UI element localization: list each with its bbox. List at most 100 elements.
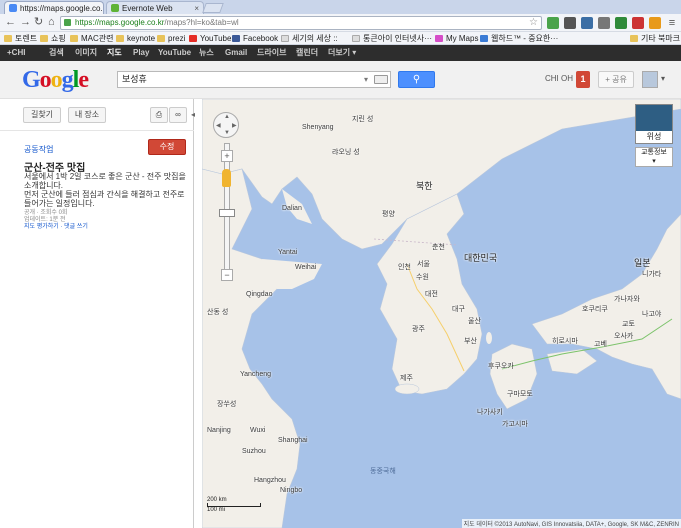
search-button[interactable]: ⚲ xyxy=(398,71,435,88)
chevron-down-icon[interactable]: ▾ xyxy=(661,74,665,83)
folder-icon xyxy=(630,35,638,42)
gbar-item-profile[interactable]: +CHI xyxy=(7,45,25,61)
maps-search-input[interactable]: 보성휴 ▾ xyxy=(117,71,391,88)
print-icon[interactable]: ⎙ xyxy=(150,107,168,123)
map-meta-updated: 업데이트: 1분 전 xyxy=(24,217,66,223)
pegman-icon[interactable] xyxy=(222,169,231,187)
back-icon[interactable]: ← xyxy=(5,16,16,29)
map-label-hiroshima: 히로시마 xyxy=(552,338,578,345)
pan-left-icon[interactable]: ◀ xyxy=(216,122,221,129)
map-label-nagoya: 나고야 xyxy=(642,311,662,318)
bookmark-star-icon[interactable]: ☆ xyxy=(529,17,538,29)
gbar-item-calendar[interactable]: 캘린더 xyxy=(296,45,318,61)
wrench-menu-icon[interactable]: ≡ xyxy=(666,17,678,29)
share-button[interactable]: + 공유 xyxy=(598,71,634,88)
bookmark-item[interactable]: 토렌트 xyxy=(4,33,37,44)
folder-icon xyxy=(116,35,124,42)
map-label-bukhan: 북한 xyxy=(416,181,433,191)
new-tab-button[interactable] xyxy=(202,3,224,13)
reload-icon[interactable]: ↻ xyxy=(34,16,43,29)
gbar-item-maps[interactable]: 지도 xyxy=(107,45,122,61)
map-label-kobe: 고베 xyxy=(594,341,607,348)
extension-check-icon[interactable] xyxy=(649,17,661,29)
my-places-button[interactable]: 내 장소 xyxy=(68,107,106,123)
gbar-item-youtube[interactable]: YouTube xyxy=(158,45,191,61)
tab-google-maps[interactable]: https://maps.google.co.kr × xyxy=(4,1,104,14)
gbar-item-search[interactable]: 검색 xyxy=(49,45,64,61)
bookmarks-bar: 토렌트 쇼핑 MAC관련 keynote prezi YouTube Faceb… xyxy=(0,32,681,45)
gbar-item-gmail[interactable]: Gmail xyxy=(225,45,247,61)
zoom-in-button[interactable]: + xyxy=(221,150,233,162)
folder-icon xyxy=(70,35,78,42)
comment-link[interactable]: 댓글 쓰기 xyxy=(64,224,88,230)
user-name[interactable]: CHI OH xyxy=(545,74,573,83)
collaborate-link[interactable]: 공동작업 xyxy=(24,144,53,155)
extension-pdf-icon[interactable] xyxy=(632,17,644,29)
tab-evernote[interactable]: Evernote Web × xyxy=(106,1,204,14)
map-meta-views: 공개 · 조회수 0회 xyxy=(24,210,68,216)
extension-drive-icon[interactable] xyxy=(615,17,627,29)
gbar-item-play[interactable]: Play xyxy=(133,45,149,61)
gbar-item-drive[interactable]: 드라이브 xyxy=(257,45,286,61)
map-canvas[interactable]: 북한 대한민국 일본 평양 서울 인천 수원 춘천 대전 대구 광주 울산 부산… xyxy=(202,99,681,528)
home-icon[interactable]: ⌂ xyxy=(48,16,55,29)
extension-counter-icon[interactable] xyxy=(598,17,610,29)
pan-down-icon[interactable]: ▼ xyxy=(224,130,230,136)
extension-evernote-icon[interactable] xyxy=(547,17,559,29)
extension-tools-icon[interactable] xyxy=(564,17,576,29)
search-value: 보성휴 xyxy=(122,74,147,84)
url-host: https://maps.google.co.kr xyxy=(75,18,165,27)
collapse-panel-icon[interactable]: ◂ xyxy=(191,110,195,119)
map-label-shandong: 산동 성 xyxy=(207,309,229,316)
satellite-toggle[interactable]: 위성 xyxy=(635,104,673,144)
map-label-niigata: 니가타 xyxy=(642,271,662,278)
chevron-down-icon[interactable]: ▾ xyxy=(364,72,368,87)
close-tab-icon[interactable]: × xyxy=(191,4,199,13)
bookmark-item[interactable]: 쇼핑 xyxy=(40,33,66,44)
bookmark-item[interactable]: Facebook xyxy=(232,33,278,44)
link-icon[interactable]: ∞ xyxy=(169,107,187,123)
scale-bar: 200 km 100 mi xyxy=(207,497,261,513)
bookmark-item[interactable]: prezi xyxy=(157,33,185,44)
pan-control[interactable]: ▲ ▼ ◀ ▶ xyxy=(213,112,239,138)
edit-button[interactable]: 수정 xyxy=(148,139,186,155)
bookmark-item[interactable]: YouTube xyxy=(189,33,231,44)
map-label-jeju: 제주 xyxy=(400,375,413,382)
traffic-toggle[interactable]: 교통정보 ▾ xyxy=(635,147,673,167)
map-label-hangzhou: Hangzhou xyxy=(254,477,286,484)
bookmark-item[interactable]: 세기의 세상 :: xyxy=(281,33,338,44)
tab-title: https://maps.google.co.kr xyxy=(20,3,104,13)
gbar-item-more[interactable]: 더보기 ▾ xyxy=(328,45,356,61)
bookmark-item[interactable]: MAC관련 xyxy=(70,33,114,44)
zoom-handle[interactable] xyxy=(219,209,235,217)
keyboard-icon[interactable] xyxy=(374,75,388,84)
bookmark-item[interactable]: 웹하드™ - 중요한··· xyxy=(480,33,558,44)
map-label-liaoning: 랴오닝 성 xyxy=(332,149,360,156)
side-panel: 길찾기 내 장소 ⎙ ∞ ◂ 공동작업 수정 군산-전주 맛집 서울에서 1박 … xyxy=(0,99,195,528)
gbar-item-images[interactable]: 이미지 xyxy=(75,45,97,61)
bookmark-item[interactable]: 통큰아이 인터넷사··· xyxy=(352,33,432,44)
directions-button[interactable]: 길찾기 xyxy=(23,107,61,123)
pan-right-icon[interactable]: ▶ xyxy=(232,122,237,129)
map-label-gwangju: 광주 xyxy=(412,326,425,333)
folder-icon xyxy=(4,35,12,42)
other-bookmarks[interactable]: 기타 북마크 xyxy=(630,33,680,44)
extension-page-icon[interactable] xyxy=(581,17,593,29)
forward-icon[interactable]: → xyxy=(20,16,31,29)
panel-toolbar: 길찾기 내 장소 ⎙ ∞ ◂ xyxy=(0,99,195,131)
page-icon xyxy=(352,35,360,42)
avatar[interactable] xyxy=(642,71,658,88)
pan-up-icon[interactable]: ▲ xyxy=(224,114,230,120)
map-label-kagoshima: 가고시마 xyxy=(502,421,528,428)
gbar-item-news[interactable]: 뉴스 xyxy=(199,45,214,61)
folder-icon xyxy=(157,35,165,42)
bookmark-item[interactable]: My Maps xyxy=(435,33,478,44)
bookmark-item[interactable]: keynote xyxy=(116,33,155,44)
zoom-out-button[interactable]: − xyxy=(221,269,233,281)
rate-map-link[interactable]: 지도 평가하기 xyxy=(24,224,59,230)
map-land-layer xyxy=(202,99,681,528)
map-label-busan: 부산 xyxy=(464,338,477,345)
google-logo[interactable]: Google xyxy=(22,67,89,93)
address-bar[interactable]: https://maps.google.co.kr/maps?hl=ko&tab… xyxy=(60,16,542,30)
notification-badge[interactable]: 1 xyxy=(576,71,590,88)
